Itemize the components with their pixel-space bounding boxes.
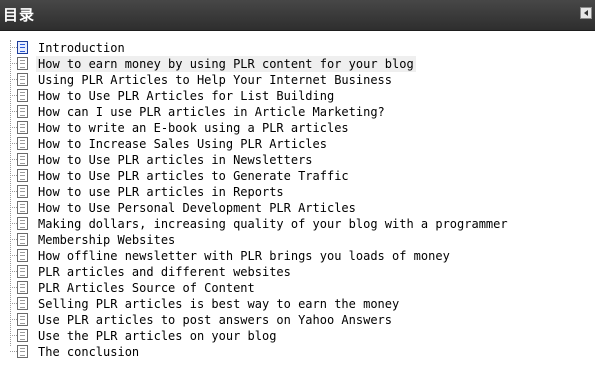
toc-item-different-websites[interactable]: PLR articles and different websites (0, 264, 595, 280)
document-icon (17, 57, 28, 70)
toc-item-label: How offline newsletter with PLR brings y… (38, 249, 450, 263)
collapse-panel-icon[interactable] (580, 7, 592, 19)
toc-item-label: How to Use Personal Development PLR Arti… (38, 201, 356, 215)
document-icon (17, 281, 28, 294)
toc-item-list-building[interactable]: How to Use PLR Articles for List Buildin… (0, 88, 595, 104)
toc-item-label: How to Use PLR articles to Generate Traf… (38, 169, 349, 183)
document-icon (17, 345, 28, 358)
toc-item-label: PLR articles and different websites (38, 265, 291, 279)
toc-item-label: Selling PLR articles is best way to earn… (38, 297, 400, 311)
toc-item-label: The conclusion (38, 345, 140, 359)
toc-item-label: How to Use PLR Articles for List Buildin… (38, 89, 335, 103)
toc-item-label: Making dollars, increasing quality of yo… (38, 217, 508, 231)
toc-item-membership-websites[interactable]: Membership Websites (0, 232, 595, 248)
document-icon (17, 201, 28, 214)
toc-item-label: How to use PLR articles in Reports (38, 185, 284, 199)
document-icon (17, 313, 28, 326)
toc-item-personal-development[interactable]: How to Use Personal Development PLR Arti… (0, 200, 595, 216)
toc-item-introduction[interactable]: Introduction (0, 40, 595, 56)
document-icon (17, 153, 28, 166)
toc-item-label: Membership Websites (38, 233, 176, 247)
toc-item-label: How to earn money by using PLR content f… (36, 56, 416, 72)
document-icon (17, 73, 28, 86)
toc-item-label: Use PLR articles to post answers on Yaho… (38, 313, 393, 327)
document-icon (17, 249, 28, 262)
toc-item-label: How to Increase Sales Using PLR Articles (38, 137, 327, 151)
document-icon (17, 233, 28, 246)
toc-item-increase-sales[interactable]: How to Increase Sales Using PLR Articles (0, 136, 595, 152)
document-icon (17, 121, 28, 134)
toc-item-reports[interactable]: How to use PLR articles in Reports (0, 184, 595, 200)
toc-tree: Introduction How to earn money by using … (0, 31, 595, 360)
document-icon (17, 185, 28, 198)
document-blue-icon (17, 41, 28, 54)
toc-item-label: Use the PLR articles on your blog (38, 329, 277, 343)
toc-item-label: How to write an E-book using a PLR artic… (38, 121, 349, 135)
document-icon (17, 217, 28, 230)
document-icon (17, 105, 28, 118)
toc-item-label: Using PLR Articles to Help Your Internet… (38, 73, 393, 87)
toc-item-label: How to Use PLR articles in Newsletters (38, 153, 313, 167)
document-icon (17, 297, 28, 310)
toc-item-offline-newsletter[interactable]: How offline newsletter with PLR brings y… (0, 248, 595, 264)
toc-item-label: PLR Articles Source of Content (38, 281, 255, 295)
toc-item-plr-on-blog[interactable]: Use the PLR articles on your blog (0, 328, 595, 344)
document-icon (17, 169, 28, 182)
toc-item-conclusion[interactable]: The conclusion (0, 344, 595, 360)
toc-item-making-dollars[interactable]: Making dollars, increasing quality of yo… (0, 216, 595, 232)
toc-item-label: How can I use PLR articles in Article Ma… (38, 105, 385, 119)
toc-item-source-of-content[interactable]: PLR Articles Source of Content (0, 280, 595, 296)
toc-item-selling-plr[interactable]: Selling PLR articles is best way to earn… (0, 296, 595, 312)
toc-item-earn-money-plr-blog[interactable]: How to earn money by using PLR content f… (0, 56, 595, 72)
document-icon (17, 265, 28, 278)
toc-item-generate-traffic[interactable]: How to Use PLR articles to Generate Traf… (0, 168, 595, 184)
toc-header: 目录 (0, 0, 595, 31)
toc-item-write-ebook[interactable]: How to write an E-book using a PLR artic… (0, 120, 595, 136)
toc-title: 目录 (3, 6, 36, 24)
document-icon (17, 137, 28, 150)
toc-item-newsletters[interactable]: How to Use PLR articles in Newsletters (0, 152, 595, 168)
toc-item-yahoo-answers[interactable]: Use PLR articles to post answers on Yaho… (0, 312, 595, 328)
toc-item-article-marketing[interactable]: How can I use PLR articles in Article Ma… (0, 104, 595, 120)
document-icon (17, 329, 28, 342)
toc-item-label: Introduction (38, 41, 125, 55)
document-icon (17, 89, 28, 102)
toc-item-internet-business[interactable]: Using PLR Articles to Help Your Internet… (0, 72, 595, 88)
